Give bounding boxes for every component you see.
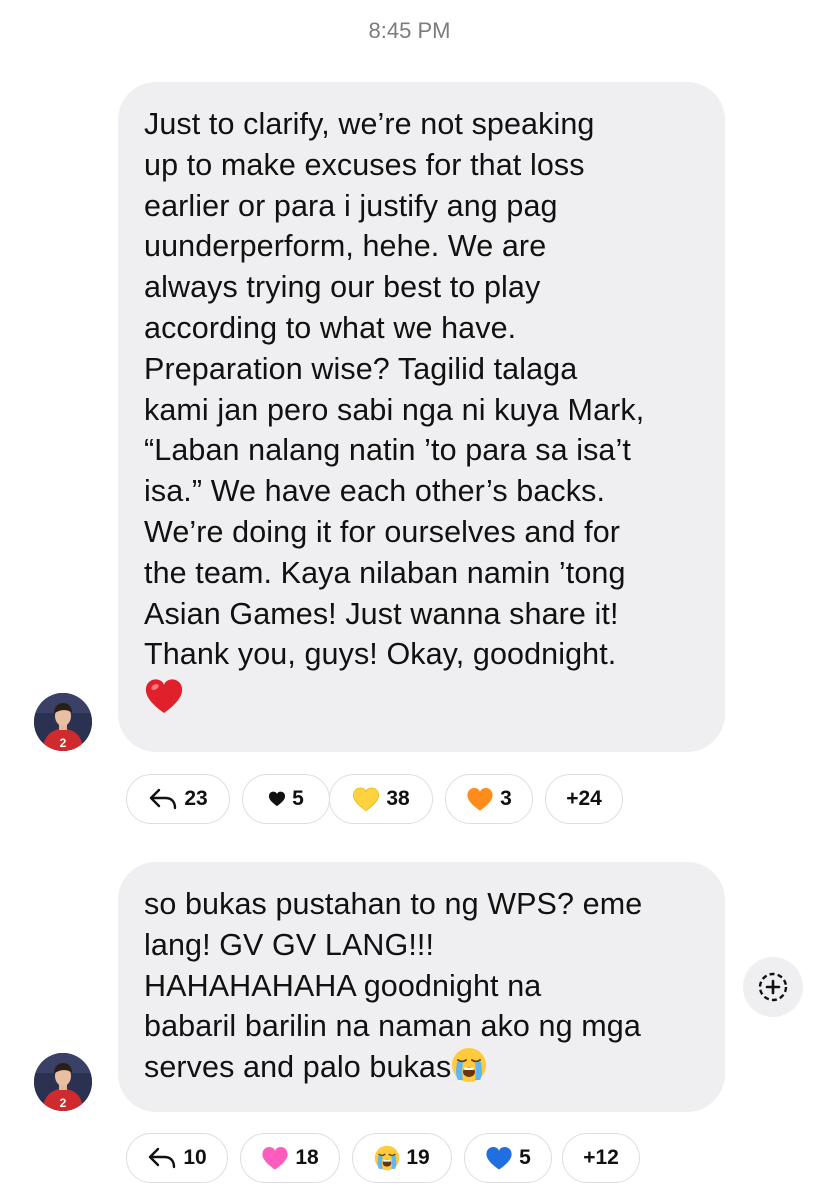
reply-count-chip[interactable]: 23	[126, 774, 230, 824]
message-bubble[interactable]: so bukas pustahan to ng WPS? eme lang! G…	[118, 862, 725, 1112]
message-timestamp: 8:45 PM	[368, 18, 451, 43]
reaction-count: 3	[500, 787, 512, 810]
message-text-content: so bukas pustahan to ng WPS? eme lang! G…	[144, 887, 643, 1085]
pink-heart-icon	[262, 1146, 288, 1170]
reply-count: 23	[184, 787, 208, 810]
more-reactions-chip[interactable]: +24	[545, 774, 623, 824]
reaction-chip[interactable]: 3	[445, 774, 533, 824]
message-text: Just to clarify, we’re not speaking up t…	[144, 107, 645, 672]
blue-heart-icon	[486, 1146, 512, 1170]
reaction-count: 18	[295, 1146, 319, 1169]
add-reaction-button[interactable]	[743, 957, 803, 1017]
svg-text:2: 2	[60, 736, 67, 750]
reply-count-chip[interactable]: 10	[126, 1133, 228, 1183]
reply-icon	[149, 1147, 176, 1169]
message-text: so bukas pustahan to ng WPS? eme lang! G…	[144, 884, 699, 1088]
yellow-heart-icon	[353, 787, 380, 811]
more-reactions-chip[interactable]: +12	[562, 1133, 640, 1183]
reaction-count: 5	[519, 1146, 531, 1169]
orange-heart-icon	[467, 787, 493, 811]
add-reaction-icon	[758, 972, 788, 1002]
reaction-chip[interactable]: 5	[242, 774, 330, 824]
message-bubble[interactable]: Just to clarify, we’re not speaking up t…	[118, 82, 725, 752]
avatar[interactable]: 2	[34, 693, 92, 751]
reaction-chip[interactable]: 38	[329, 774, 433, 824]
avatar[interactable]: 2	[34, 1053, 92, 1111]
red-heart-emoji	[145, 679, 183, 714]
reaction-count: 38	[386, 787, 410, 810]
more-reactions-count: +12	[583, 1146, 619, 1169]
black-heart-icon	[269, 791, 286, 807]
reaction-chip[interactable]: 19	[352, 1133, 452, 1183]
more-reactions-count: +24	[566, 787, 602, 810]
reply-icon	[150, 788, 177, 810]
reaction-count: 5	[292, 787, 304, 810]
loudly-crying-face-emoji	[452, 1048, 487, 1083]
reaction-chip[interactable]: 18	[240, 1133, 340, 1183]
loudly-crying-face-icon	[375, 1145, 400, 1171]
reaction-count: 19	[406, 1146, 430, 1169]
reaction-chip[interactable]: 5	[464, 1133, 552, 1183]
svg-text:2: 2	[60, 1096, 67, 1110]
reply-count: 10	[183, 1146, 207, 1169]
